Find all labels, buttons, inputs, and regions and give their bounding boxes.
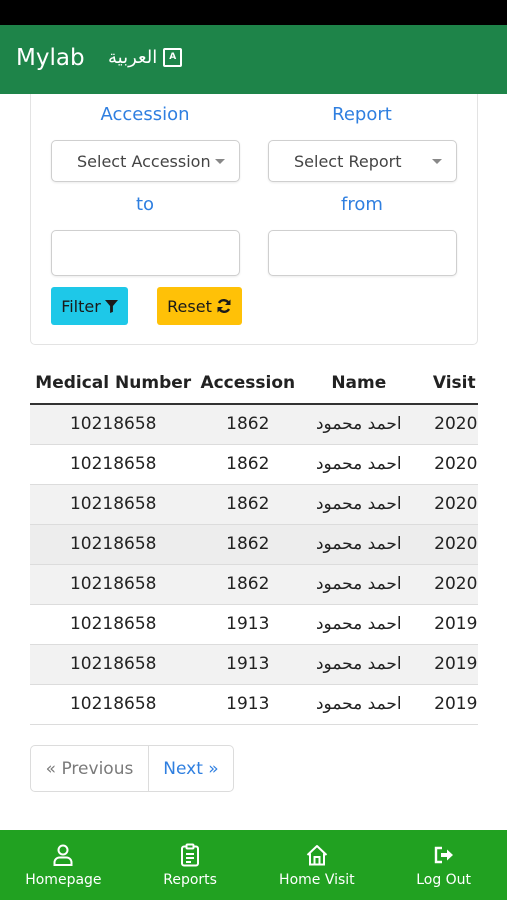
medical-number-cell: 10218658 (30, 484, 197, 525)
accession-cell: 1913 (196, 644, 300, 685)
to-date-input[interactable] (51, 230, 240, 276)
translate-icon: A (163, 48, 183, 67)
medical-number-cell: 10218658 (30, 404, 197, 445)
report-select-value: Select Report (294, 151, 402, 171)
accession-label: Accession (100, 104, 190, 125)
visit-date-cell: 2020-0 (418, 564, 478, 605)
reset-button-label: Reset (167, 296, 212, 316)
table-header-row: Medical Number Accession Name Visit D (30, 363, 478, 405)
pagination: « Previous Next » (30, 745, 234, 792)
medical-number-cell: 10218658 (30, 564, 197, 605)
app-header: Mylab العربية A (0, 25, 507, 94)
nav-homepage-label: Homepage (25, 871, 102, 888)
medical-number-cell: 10218658 (30, 444, 197, 485)
name-cell: احمد محمود (299, 564, 419, 605)
accession-cell: 1913 (196, 604, 300, 645)
nav-reports[interactable]: Reports (127, 830, 254, 900)
previous-page-button[interactable]: « Previous (31, 746, 149, 791)
name-cell: احمد محمود (299, 404, 419, 445)
filter-button-label: Filter (61, 296, 101, 316)
nav-homepage[interactable]: Homepage (0, 830, 127, 900)
next-page-button[interactable]: Next » (149, 746, 233, 791)
accession-cell: 1913 (196, 684, 300, 725)
name-cell: احمد محمود (299, 444, 419, 485)
name-cell: احمد محمود (299, 644, 419, 685)
medical-number-cell: 10218658 (30, 644, 197, 685)
results-table: Medical Number Accession Name Visit D 10… (30, 363, 478, 725)
medical-number-cell: 10218658 (30, 604, 197, 645)
visit-date-cell: 2020-0 (418, 444, 478, 485)
language-label: العربية (108, 47, 158, 68)
from-label: from (341, 194, 383, 215)
status-bar (0, 0, 507, 25)
report-select[interactable]: Select Report (268, 140, 457, 182)
name-cell: احمد محمود (299, 604, 419, 645)
accession-select[interactable]: Select Accession (51, 140, 240, 182)
home-icon (306, 844, 328, 865)
accession-cell: 1862 (196, 484, 300, 525)
report-label: Report (332, 104, 392, 125)
column-header[interactable]: Name (299, 363, 419, 405)
filter-button[interactable]: Filter (51, 287, 128, 325)
column-header[interactable]: Medical Number (30, 363, 197, 405)
from-date-input[interactable] (268, 230, 457, 276)
accession-cell: 1862 (196, 404, 300, 445)
table-row[interactable]: 10218658 1862 احمد محمود 2020-0 (30, 404, 478, 445)
nav-home-visit-label: Home Visit (279, 871, 355, 888)
caret-down-icon (215, 159, 225, 164)
visit-date-cell: 2020-0 (418, 484, 478, 525)
visit-date-cell: 2020-0 (418, 524, 478, 565)
nav-home-visit[interactable]: Home Visit (254, 830, 381, 900)
medical-number-cell: 10218658 (30, 684, 197, 725)
name-cell: احمد محمود (299, 484, 419, 525)
logout-icon (434, 846, 453, 863)
language-switch[interactable]: العربية A (108, 47, 183, 68)
nav-log-out-label: Log Out (416, 871, 472, 888)
table-row[interactable]: 10218658 1862 احمد محمود 2020-0 (30, 484, 478, 525)
accession-cell: 1862 (196, 524, 300, 565)
clipboard-icon (181, 843, 200, 866)
name-cell: احمد محمود (299, 524, 419, 565)
visit-date-cell: 2019-0 (418, 684, 478, 725)
table-row[interactable]: 10218658 1913 احمد محمود 2019-0 (30, 684, 478, 725)
app-title: Mylab (16, 45, 85, 71)
name-cell: احمد محمود (299, 684, 419, 725)
column-header[interactable]: Accession (196, 363, 300, 405)
funnel-icon (104, 299, 118, 313)
table-row[interactable]: 10218658 1913 احمد محمود 2019-0 (30, 644, 478, 685)
column-header[interactable]: Visit D (418, 363, 478, 405)
to-label: to (135, 194, 155, 215)
caret-down-icon (432, 159, 442, 164)
refresh-icon (217, 299, 231, 313)
visit-date-cell: 2020-0 (418, 404, 478, 445)
visit-date-cell: 2019-0 (418, 644, 478, 685)
accession-cell: 1862 (196, 444, 300, 485)
user-icon (53, 844, 73, 866)
medical-number-cell: 10218658 (30, 524, 197, 565)
table-row[interactable]: 10218658 1862 احمد محمود 2020-0 (30, 564, 478, 605)
nav-log-out[interactable]: Log Out (380, 830, 507, 900)
table-row[interactable]: 10218658 1913 احمد محمود 2019-0 (30, 604, 478, 645)
nav-reports-label: Reports (163, 871, 217, 888)
table-row[interactable]: 10218658 1862 احمد محمود 2020-0 (30, 444, 478, 485)
accession-cell: 1862 (196, 564, 300, 605)
accession-select-value: Select Accession (77, 151, 211, 171)
bottom-navigation: Homepage Reports Home Visit Log Out (0, 830, 507, 900)
visit-date-cell: 2019-0 (418, 604, 478, 645)
table-row[interactable]: 10218658 1862 احمد محمود 2020-0 (30, 524, 478, 565)
reset-button[interactable]: Reset (157, 287, 242, 325)
